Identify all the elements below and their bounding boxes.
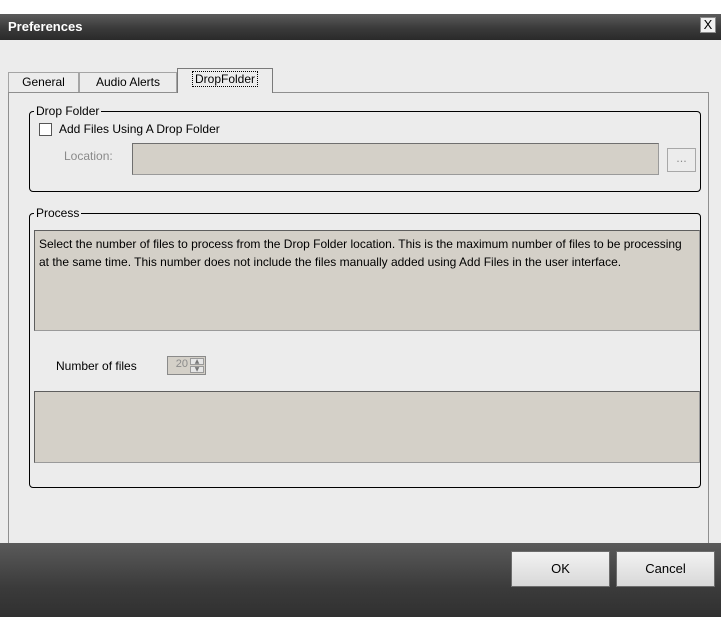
spinner-up-icon[interactable]: ▲ — [190, 358, 204, 365]
spinner-down-icon[interactable]: ▼ — [190, 366, 204, 373]
dialog-footer — [0, 543, 721, 617]
process-description: Select the number of files to process fr… — [34, 230, 700, 331]
title-bar[interactable]: Preferences X — [0, 14, 721, 40]
number-of-files-spinner[interactable]: 20 ▲ ▼ — [167, 356, 206, 375]
drop-folder-checkbox-label: Add Files Using A Drop Folder — [59, 122, 220, 136]
tab-dropfolder-label: DropFolder — [191, 71, 259, 87]
tab-audio-alerts[interactable]: Audio Alerts — [79, 72, 177, 92]
preferences-dialog: Preferences X General Audio Alerts DropF… — [0, 14, 721, 617]
spinner-arrows: ▲ ▼ — [190, 358, 204, 373]
dropfolder-panel: Drop Folder Add Files Using A Drop Folde… — [8, 92, 709, 548]
tab-dropfolder[interactable]: DropFolder — [177, 68, 273, 93]
number-of-files-label: Number of files — [56, 359, 137, 373]
ok-button[interactable]: OK — [511, 551, 610, 587]
process-status-box — [34, 391, 700, 463]
drop-folder-checkbox[interactable] — [39, 123, 52, 136]
location-input[interactable] — [132, 143, 659, 175]
close-button[interactable]: X — [700, 17, 716, 33]
drop-folder-legend: Drop Folder — [36, 104, 100, 118]
browse-button[interactable]: ... — [667, 148, 696, 172]
location-label: Location: — [64, 149, 113, 163]
cancel-button[interactable]: Cancel — [616, 551, 715, 587]
tab-general[interactable]: General — [8, 72, 79, 92]
process-legend: Process — [36, 206, 80, 220]
window-title: Preferences — [8, 19, 83, 34]
number-of-files-value: 20 — [175, 358, 188, 370]
